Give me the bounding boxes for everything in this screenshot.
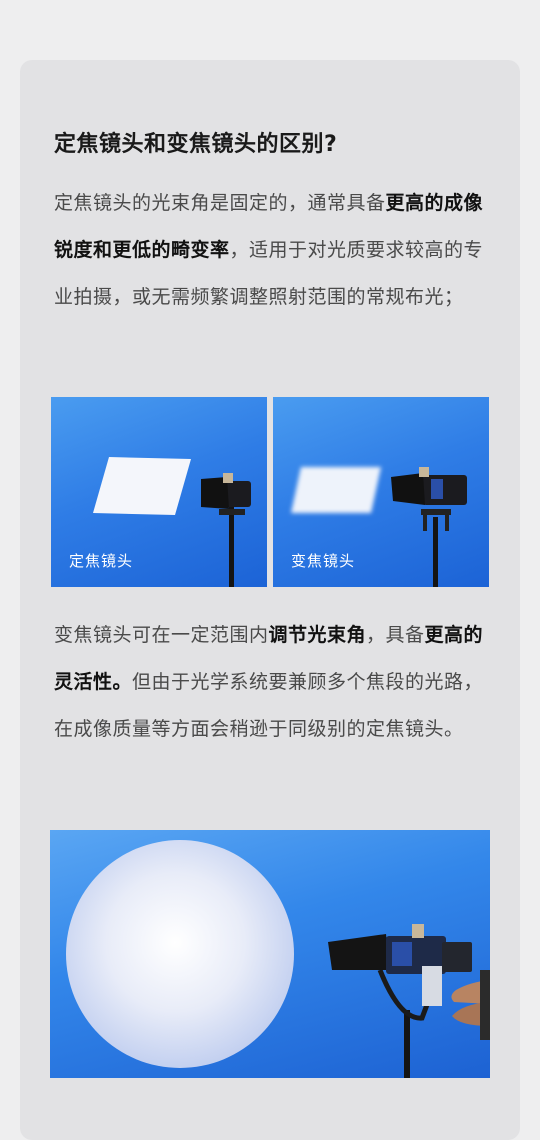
zoom-lens-highlight-1: 调节光束角	[268, 624, 367, 646]
zoom-lens-text-1: 变焦镜头可在一定范围内	[54, 624, 269, 646]
round-light-beam	[66, 840, 294, 1068]
zoom-lens-photo: 变焦镜头	[273, 397, 489, 587]
fixed-lens-text-1: 定焦镜头的光束角是固定的，通常具备	[54, 192, 386, 214]
adjustable-beam-photo	[50, 830, 490, 1078]
round-beam-illustration	[66, 840, 490, 1078]
spotlight-fixture	[391, 467, 467, 587]
projected-light-rectangle-soft	[291, 467, 381, 513]
zoom-lens-description: 变焦镜头可在一定范围内调节光束角，具备更高的灵活性。但由于光学系统要兼顾多个焦段…	[54, 612, 494, 753]
spotlight-fixture	[328, 924, 472, 1078]
spotlight-fixture	[201, 473, 251, 587]
projected-light-rectangle	[93, 457, 191, 515]
zoom-lens-caption: 变焦镜头	[291, 552, 356, 570]
fixed-lens-description: 定焦镜头的光束角是固定的，通常具备更高的成像锐度和更低的畸变率，适用于对光质要求…	[54, 180, 494, 321]
zoom-lens-text-2: ，具备	[366, 624, 425, 646]
fixed-lens-photo: 定焦镜头	[51, 397, 267, 587]
section-title: 定焦镜头和变焦镜头的区别?	[54, 132, 338, 157]
fixed-lens-caption: 定焦镜头	[69, 552, 134, 570]
hand-adjusting-light	[451, 970, 490, 1040]
